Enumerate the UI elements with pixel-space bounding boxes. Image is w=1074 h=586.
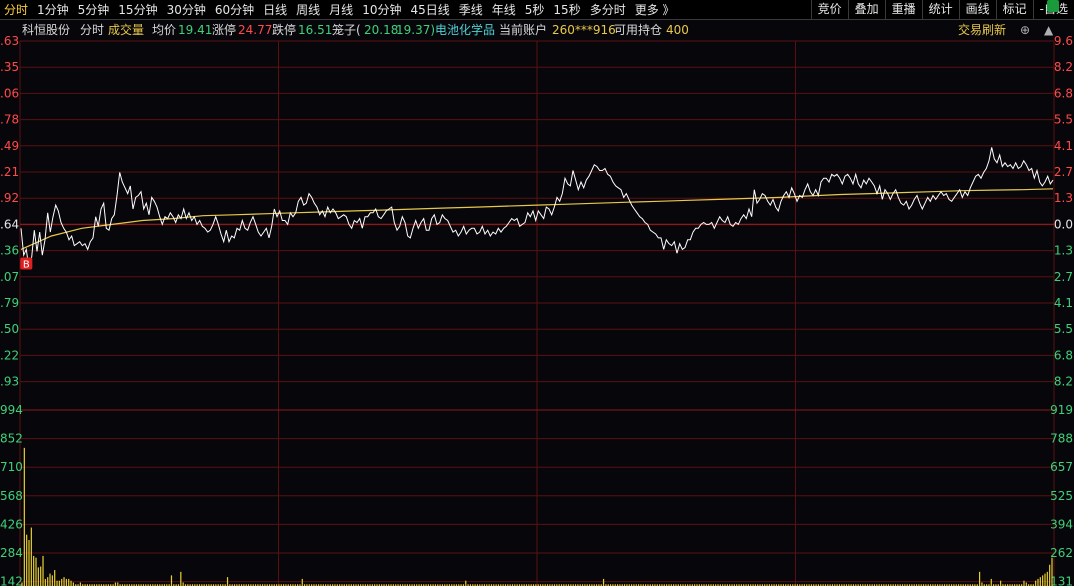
period-tab-13[interactable]: 5秒 (525, 2, 545, 18)
price-tick-9: .07 (0, 270, 19, 284)
pct-tick-10: 4.1 (1054, 296, 1073, 310)
period-tab-7[interactable]: 周线 (296, 2, 320, 18)
position-value: 400 (666, 23, 689, 37)
price-tick-11: .50 (0, 322, 19, 336)
toolbar-button-2[interactable]: 重播 (884, 0, 922, 19)
pct-tick-1: 8.2 (1054, 60, 1073, 74)
intraday-chart[interactable]: .63 9.6.35 8.2.06 6.8.78 5.5.49 4.1.21 2.7.92 1… (0, 0, 1074, 586)
price-tick-2: .06 (0, 86, 19, 100)
price-tick-13: .93 (0, 375, 19, 389)
price-tick-10: .79 (0, 296, 19, 310)
price-tick-4: .49 (0, 139, 19, 153)
price-tick-3: .78 (0, 113, 19, 127)
limit-up-value: 24.77 (238, 23, 273, 37)
pct-tick-11: 5.5 (1054, 322, 1073, 336)
price-tick-12: .22 (0, 348, 19, 362)
toolbar-button-3[interactable]: 统计 (921, 0, 959, 19)
sector-label[interactable]: 电池化学品 (435, 20, 495, 40)
cage-value-1: 20.18 (364, 23, 399, 37)
cage-label: 笼子( (332, 23, 361, 37)
pct-tick-13: 8.2 (1054, 375, 1073, 389)
vol-tick-right-0: 919 (1050, 403, 1073, 417)
pct-tick-12: 6.8 (1054, 348, 1073, 362)
cage-value-2: 19.37) (396, 23, 436, 37)
price-tick-6: .92 (0, 191, 19, 205)
avg-price-line (20, 188, 1054, 250)
toolbar-button-5[interactable]: 标记 (995, 0, 1033, 19)
position-label: 可用持仓 (614, 23, 663, 37)
period-tab-2[interactable]: 5分钟 (78, 2, 110, 18)
vol-tick-right-2: 657 (1050, 460, 1073, 474)
period-tab-3[interactable]: 15分钟 (118, 2, 157, 18)
pct-tick-4: 4.1 (1054, 139, 1073, 153)
limit-up-label: 涨停 (212, 23, 237, 37)
stock-name: 科恒股份 (22, 23, 71, 37)
period-tab-12[interactable]: 年线 (492, 2, 516, 18)
mode-label[interactable]: 分时 (80, 20, 104, 40)
period-tab-6[interactable]: 日线 (263, 2, 287, 18)
pct-tick-6: 1.3 (1054, 191, 1073, 205)
vol-tick-left-2: 710 (0, 460, 23, 474)
vol-tick-left-4: 426 (0, 517, 23, 531)
buy-marker-label: B (23, 259, 30, 270)
period-tab-4[interactable]: 30分钟 (167, 2, 206, 18)
pct-tick-5: 2.7 (1054, 165, 1073, 179)
vol-tick-left-0: 994 (0, 403, 23, 417)
period-toolbar: 分时 1分钟 5分钟 15分钟 30分钟 60分钟 日线 周线 月线 10分钟 45日线 季线 年线 5秒… (0, 0, 1074, 20)
account-value: 260***916 (552, 23, 616, 37)
vol-tick-left-3: 568 (0, 489, 23, 503)
period-tab-11[interactable]: 季线 (459, 2, 483, 18)
vol-tick-left-1: 852 (0, 432, 23, 446)
price-tick-5: .21 (0, 165, 19, 179)
toolbar-button-0[interactable]: 竞价 (810, 0, 848, 19)
scroll-up-icon[interactable]: ▲ (1044, 20, 1053, 40)
vol-tick-right-4: 394 (1050, 517, 1073, 531)
price-tick-8: .36 (0, 244, 19, 258)
limit-down-value: 16.51 (298, 23, 333, 37)
chart-frame (19, 40, 1055, 586)
trade-refresh-button[interactable]: 交易刷新 (958, 20, 1006, 40)
toolbar-button-4[interactable]: 画线 (958, 0, 996, 19)
vol-tick-left-6: 142 (0, 575, 23, 586)
limit-down-label: 跌停 (272, 23, 297, 37)
period-tab-0[interactable]: 分时 (4, 2, 28, 18)
account-label: 当前账户 (499, 23, 548, 37)
vol-tick-right-1: 788 (1050, 432, 1073, 446)
vol-tick-right-6: 131 (1050, 575, 1073, 586)
buy-marker-box (20, 257, 33, 270)
period-tab-10[interactable]: 45日线 (410, 2, 449, 18)
pct-tick-8: 1.3 (1054, 244, 1073, 258)
period-tab-9[interactable]: 10分钟 (362, 2, 401, 18)
price-tick-1: .35 (0, 60, 19, 74)
vol-tick-right-3: 525 (1050, 489, 1073, 503)
period-tab-16[interactable]: 更多 》 (635, 2, 675, 18)
volume-label[interactable]: 成交量 (108, 20, 144, 40)
vol-tick-left-5: 284 (0, 546, 23, 560)
vol-tick-right-5: 262 (1050, 546, 1073, 560)
period-tab-15[interactable]: 多分时 (590, 2, 626, 18)
toolbar-button-1[interactable]: 叠加 (847, 0, 885, 19)
period-tab-8[interactable]: 月线 (329, 2, 353, 18)
toolbar-button-6[interactable]: -自选 (1032, 0, 1074, 19)
pct-tick-9: 2.7 (1054, 270, 1073, 284)
pct-tick-7: 0.0 (1054, 217, 1073, 231)
period-tab-1[interactable]: 1分钟 (37, 2, 69, 18)
price-line (20, 147, 1054, 269)
zoom-in-icon[interactable]: ⊕ (1020, 20, 1030, 40)
price-tick-7: .64 (0, 217, 19, 231)
period-tab-5[interactable]: 60分钟 (215, 2, 254, 18)
stock-info-bar: 科恒股份 分时 成交量 均价 19.41 涨停 24.77 跌停 16.51 笼… (0, 20, 1074, 40)
avg-price-label: 均价 (152, 23, 177, 37)
pct-tick-3: 5.5 (1054, 113, 1073, 127)
pct-tick-2: 6.8 (1054, 86, 1073, 100)
period-tab-14[interactable]: 15秒 (553, 2, 580, 18)
avg-price-value: 19.41 (178, 23, 213, 37)
